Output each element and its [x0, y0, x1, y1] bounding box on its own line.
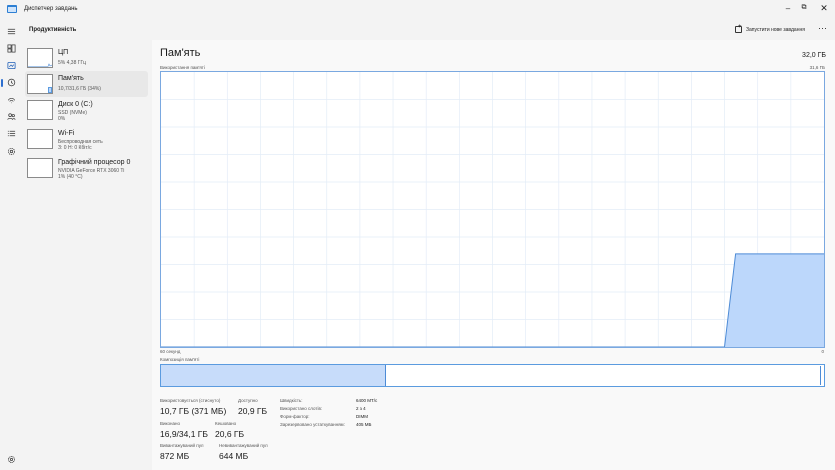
axis-zero-label: 0	[821, 349, 824, 354]
in-use-label: Використовується (стиснуто)	[160, 398, 221, 403]
perf-item-detail: 5% 4,38 ГГц	[58, 60, 87, 66]
committed-label: Виконано	[160, 421, 181, 426]
speed-value: 6400 МТ/с	[356, 398, 378, 403]
perf-item-name: Пам'ять	[58, 75, 84, 82]
memory-panel: Пам'ять 32,0 ГБ Використання пам'яті 31,…	[152, 40, 835, 470]
axis-time-label: 60 секунд	[160, 349, 181, 354]
memory-title: Пам'ять	[160, 47, 201, 59]
perf-item-memory[interactable]: Пам'ять 10,7/31,6 ГБ (34%)	[25, 71, 148, 97]
disk-thumbnail	[27, 100, 53, 120]
maximize-icon[interactable]: ⧉	[797, 2, 811, 14]
details-icon[interactable]	[4, 127, 18, 139]
slots-value: 2 з 4	[356, 406, 366, 411]
left-nav	[0, 20, 22, 470]
performance-icon[interactable]	[4, 59, 18, 71]
perf-item-cpu[interactable]: ЦП 5% 4,38 ГГц	[25, 45, 148, 71]
cached-value: 20,6 ГБ	[215, 429, 245, 439]
memory-usage-chart	[160, 71, 825, 348]
perf-item-name: ЦП	[58, 49, 69, 56]
wifi-thumbnail	[27, 129, 53, 149]
perf-item-wifi[interactable]: Wi-Fi Беспроводная сеть З: 0 Н: 0 Кбіт/с	[25, 126, 148, 152]
available-label: Доступно	[238, 398, 258, 403]
header-bar: Продуктивність Запустити нове завдання ·…	[22, 20, 835, 40]
window-title: Диспетчер завдань	[24, 6, 78, 12]
memory-thumbnail	[27, 74, 53, 94]
composition-in-use	[161, 365, 387, 386]
memory-total: 32,0 ГБ	[802, 52, 826, 59]
perf-item-detail: 10,7/31,6 ГБ (34%)	[58, 86, 101, 92]
in-use-value: 10,7 ГБ (371 МБ)	[160, 406, 227, 416]
memory-composition-bar	[160, 364, 825, 387]
nonpaged-pool-value: 644 МБ	[219, 451, 249, 461]
hardware-reserved-value: 405 МБ	[356, 422, 372, 427]
users-icon[interactable]	[4, 110, 18, 122]
startup-icon[interactable]	[4, 93, 18, 105]
usage-chart-label: Використання пам'яті	[160, 65, 205, 70]
more-options-button[interactable]: ···	[818, 23, 827, 33]
memory-thumbnail-fill	[48, 87, 52, 93]
title-bar: Диспетчер завдань – ⧉ ✕	[0, 0, 835, 20]
composition-label: Композиція пам'яті	[160, 357, 200, 362]
form-factor-value: DIMM	[356, 414, 368, 419]
task-manager-app-icon	[7, 5, 17, 13]
new-task-icon	[735, 24, 742, 33]
services-icon[interactable]	[4, 145, 18, 157]
perf-item-disk[interactable]: Диск 0 (C:) SSD (NVMe) 0%	[25, 97, 148, 123]
perf-item-detail: З: 0 Н: 0 Кбіт/с	[58, 145, 92, 151]
committed-value: 16,9/34,1 ГБ	[160, 429, 208, 439]
page-title: Продуктивність	[29, 27, 77, 33]
nonpaged-pool-label: Невивантажуваний пул	[219, 443, 268, 448]
menu-icon[interactable]	[4, 25, 18, 37]
run-new-task-label: Запустити нове завдання	[746, 26, 805, 33]
cached-label: Кешовано	[215, 421, 237, 426]
processes-icon[interactable]	[4, 42, 18, 54]
speed-label: Швидкість:	[280, 398, 303, 403]
cpu-thumbnail	[27, 48, 53, 68]
active-indicator	[1, 79, 3, 87]
form-factor-label: Форм-фактор:	[280, 414, 310, 419]
perf-item-gpu[interactable]: Графічний процесор 0 NVIDIA GeForce RTX …	[25, 155, 148, 181]
slots-label: Використано слотів:	[280, 406, 323, 411]
perf-item-detail: 0%	[58, 116, 66, 122]
hardware-reserved-label: Зарезервовано устаткуванням:	[280, 422, 345, 427]
available-value: 20,9 ГБ	[238, 406, 268, 416]
minimize-icon[interactable]: –	[781, 2, 795, 14]
perf-item-name: Wi-Fi	[58, 130, 75, 137]
perf-item-detail: 1% (40 °C)	[58, 174, 83, 180]
paged-pool-label: Вивантажуваний пул	[160, 443, 204, 448]
paged-pool-value: 872 МБ	[160, 451, 190, 461]
composition-reserved	[820, 366, 821, 385]
performance-list: ЦП 5% 4,38 ГГц Пам'ять 10,7/31,6 ГБ (34%…	[22, 40, 152, 470]
close-icon[interactable]: ✕	[817, 2, 831, 14]
run-new-task-button[interactable]: Запустити нове завдання	[735, 24, 805, 33]
gpu-thumbnail	[27, 158, 53, 178]
usage-chart-max: 31,6 ГБ	[809, 65, 825, 70]
perf-item-name: Диск 0 (C:)	[58, 101, 93, 108]
memory-usage-svg	[161, 72, 824, 347]
perf-item-name: Графічний процесор 0	[58, 159, 131, 166]
app-history-icon[interactable]	[4, 76, 18, 88]
settings-icon[interactable]	[4, 453, 18, 465]
